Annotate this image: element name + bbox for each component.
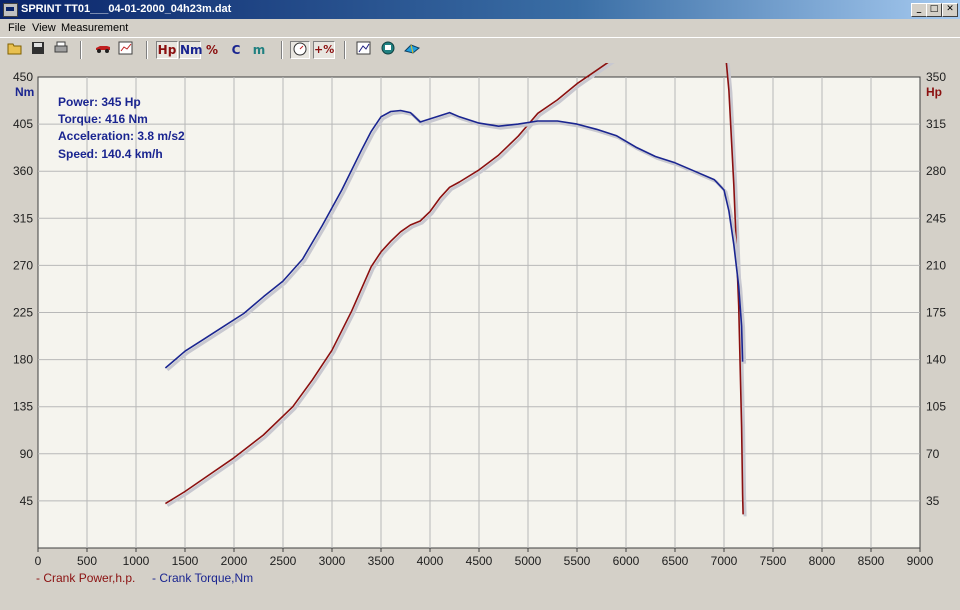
left-tick-label: 360 bbox=[13, 164, 33, 178]
speed-readout: Speed: 140.4 km/h bbox=[58, 147, 163, 161]
chart-legend: - Crank Power,h.p. - Crank Torque,Nm bbox=[36, 571, 253, 585]
right-tick-label: 210 bbox=[926, 258, 946, 272]
left-tick-label: 450 bbox=[13, 70, 33, 84]
3d-chart-icon bbox=[404, 44, 420, 54]
right-axis-unit: Hp bbox=[926, 85, 942, 99]
window-title: SPRINT TT01___04-01-2000_04h23m.dat bbox=[21, 3, 232, 15]
right-axis-ticks: 35 70 105 140 175 210 245 280 315 350 bbox=[926, 70, 946, 508]
left-tick-label: 315 bbox=[13, 211, 33, 225]
floppy-disk-icon bbox=[32, 42, 44, 54]
speedometer-icon bbox=[293, 42, 307, 56]
graph-button[interactable] bbox=[354, 41, 374, 59]
car-icon bbox=[96, 46, 110, 53]
plus-percent-button[interactable]: +% bbox=[313, 41, 335, 59]
right-tick-label: 105 bbox=[926, 400, 946, 414]
left-tick-label: 45 bbox=[20, 494, 34, 508]
legend-torque[interactable]: - Crank Torque,Nm bbox=[152, 571, 253, 585]
left-tick-label: 180 bbox=[13, 353, 33, 367]
left-tick-label: 225 bbox=[13, 306, 33, 320]
minimize-button[interactable]: _ bbox=[911, 3, 927, 17]
menu-view[interactable]: View bbox=[32, 22, 56, 34]
x-tick-label: 6500 bbox=[662, 554, 689, 568]
menu-file[interactable]: File bbox=[8, 22, 26, 34]
x-tick-label: 7000 bbox=[711, 554, 738, 568]
car-button[interactable] bbox=[93, 41, 113, 59]
right-tick-label: 245 bbox=[926, 211, 946, 225]
x-tick-label: 8000 bbox=[809, 554, 836, 568]
c-button[interactable]: C bbox=[226, 41, 246, 59]
x-tick-label: 5000 bbox=[515, 554, 542, 568]
menu-measurement[interactable]: Measurement bbox=[61, 22, 128, 34]
chart-window-icon bbox=[118, 41, 133, 55]
gauge-button[interactable] bbox=[290, 41, 310, 59]
x-tick-label: 2000 bbox=[221, 554, 248, 568]
open-folder-button[interactable] bbox=[5, 41, 25, 59]
close-button[interactable]: ✕ bbox=[942, 3, 958, 17]
left-tick-label: 90 bbox=[20, 447, 34, 461]
x-tick-label: 8500 bbox=[858, 554, 885, 568]
dyno-chart: 0 500 1000 1500 2000 2500 3000 3500 4000 4500 5000… bbox=[13, 12, 946, 585]
open-folder-icon bbox=[7, 43, 22, 55]
m-button[interactable]: m bbox=[249, 41, 269, 59]
maximize-button[interactable]: □ bbox=[926, 3, 942, 17]
percent-button[interactable]: % bbox=[202, 41, 222, 59]
left-tick-label: 405 bbox=[13, 117, 33, 131]
printer-icon bbox=[54, 41, 68, 53]
x-tick-label: 3500 bbox=[368, 554, 395, 568]
menu-bar: File View Measurement bbox=[0, 19, 960, 37]
graph-icon bbox=[356, 41, 371, 55]
left-axis-ticks: 45 90 135 180 225 270 315 360 405 450 bbox=[13, 70, 33, 508]
x-tick-label: 7500 bbox=[760, 554, 787, 568]
app-icon bbox=[3, 3, 18, 17]
x-tick-label: 2500 bbox=[270, 554, 297, 568]
right-tick-label: 35 bbox=[926, 494, 940, 508]
legend-power[interactable]: - Crank Power,h.p. bbox=[36, 571, 135, 585]
left-tick-label: 270 bbox=[13, 258, 33, 272]
x-tick-label: 4500 bbox=[466, 554, 493, 568]
right-tick-label: 140 bbox=[926, 353, 946, 367]
x-tick-label: 6000 bbox=[613, 554, 640, 568]
dyno-chart-panel: 0 500 1000 1500 2000 2500 3000 3500 4000 4500 5000… bbox=[0, 12, 960, 607]
x-axis-ticks: 0 500 1000 1500 2000 2500 3000 3500 4000 4500 5000… bbox=[35, 548, 934, 568]
monitor-icon bbox=[381, 41, 395, 55]
power-readout: Power: 345 Hp bbox=[58, 95, 141, 109]
x-tick-label: 4000 bbox=[417, 554, 444, 568]
torque-readout: Torque: 416 Nm bbox=[58, 112, 148, 126]
x-tick-label: 1000 bbox=[123, 554, 150, 568]
x-tick-label: 5500 bbox=[564, 554, 591, 568]
chart-settings-button[interactable] bbox=[116, 41, 136, 59]
toolbar-separator bbox=[146, 41, 148, 59]
x-tick-label: 9000 bbox=[907, 554, 934, 568]
monitor-button[interactable] bbox=[378, 41, 398, 59]
right-tick-label: 70 bbox=[926, 447, 940, 461]
3d-view-button[interactable] bbox=[402, 41, 422, 59]
toolbar-separator bbox=[281, 41, 283, 59]
toolbar-separator bbox=[344, 41, 346, 59]
left-tick-label: 135 bbox=[13, 400, 33, 414]
x-tick-label: 3000 bbox=[319, 554, 346, 568]
right-tick-label: 315 bbox=[926, 117, 946, 131]
show-nm-button[interactable]: Nm bbox=[179, 41, 203, 59]
x-tick-label: 0 bbox=[35, 554, 42, 568]
toolbar: Hp Nm % C m +% bbox=[0, 37, 960, 64]
x-tick-label: 500 bbox=[77, 554, 97, 568]
acceleration-readout: Acceleration: 3.8 m/s2 bbox=[58, 129, 185, 143]
title-bar: SPRINT TT01___04-01-2000_04h23m.dat _ □ … bbox=[0, 0, 960, 19]
left-axis-unit: Nm bbox=[15, 85, 34, 99]
save-button[interactable] bbox=[28, 41, 48, 59]
print-button[interactable] bbox=[51, 41, 71, 59]
right-tick-label: 280 bbox=[926, 164, 946, 178]
x-tick-label: 1500 bbox=[172, 554, 199, 568]
right-tick-label: 175 bbox=[926, 306, 946, 320]
toolbar-separator bbox=[80, 41, 82, 59]
show-hp-button[interactable]: Hp bbox=[156, 41, 178, 59]
right-tick-label: 350 bbox=[926, 70, 946, 84]
